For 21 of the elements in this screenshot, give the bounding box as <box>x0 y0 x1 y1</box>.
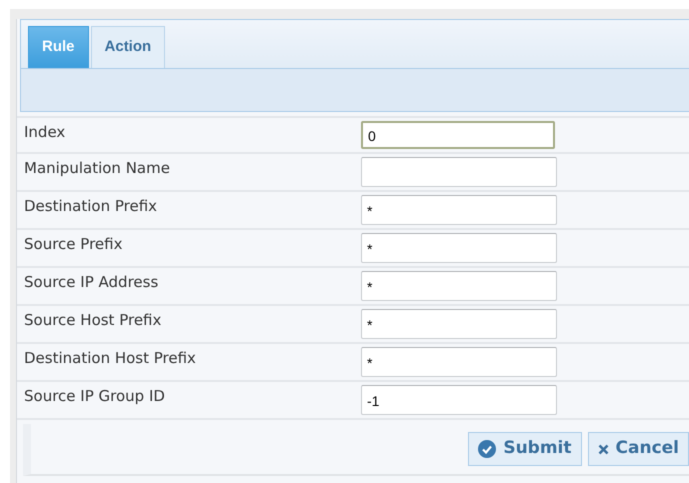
field-label: Source IP Address <box>24 272 160 293</box>
field-label: Destination Host Prefix <box>24 348 197 369</box>
close-icon <box>598 444 609 454</box>
input-field[interactable]: * <box>361 271 557 301</box>
field-label: Source IP Group ID <box>24 386 166 407</box>
input-field[interactable]: * <box>361 309 557 339</box>
field-label: Index <box>24 122 66 143</box>
cancel-button[interactable]: Cancel <box>588 432 689 466</box>
submit-button[interactable]: Submit <box>468 432 582 466</box>
field-label: Manipulation Name <box>24 158 171 179</box>
field-label: Source Host Prefix <box>24 310 162 331</box>
input-field[interactable]: * <box>361 195 557 225</box>
input-field[interactable]: 0 <box>361 121 555 149</box>
tab[interactable]: Action <box>90 26 166 68</box>
field-label: Destination Prefix <box>24 196 158 217</box>
field-label: Source Prefix <box>24 234 124 255</box>
input-field[interactable]: * <box>361 347 557 377</box>
input-field[interactable]: * <box>361 233 557 263</box>
input-field[interactable] <box>361 157 557 187</box>
input-field[interactable]: -1 <box>361 385 557 415</box>
check-icon <box>478 440 496 458</box>
